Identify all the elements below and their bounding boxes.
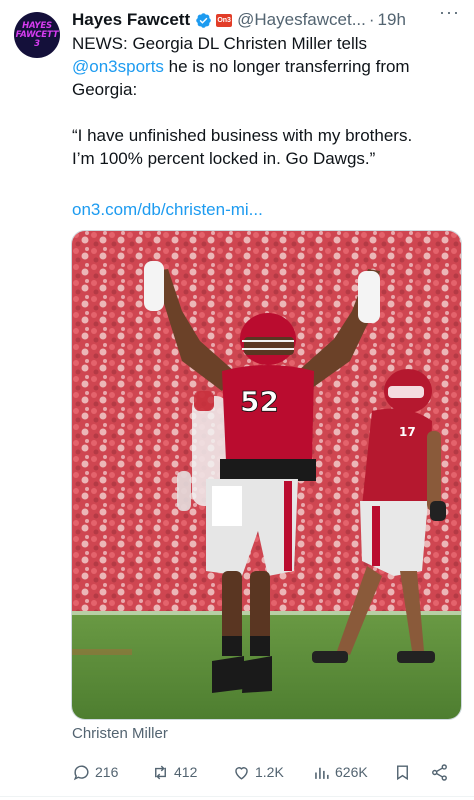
views-button[interactable]: 626K bbox=[312, 763, 368, 782]
photo-caption: Christen Miller bbox=[72, 725, 168, 742]
like-button[interactable]: 1.2K bbox=[232, 763, 284, 782]
tweet-header: Hayes Fawcett On3 @Hayesfawcet... · 19h bbox=[72, 8, 468, 32]
tweet-text-line: he is no longer transferring from bbox=[163, 57, 410, 76]
avatar[interactable]: HAYES FAWCETT 3 bbox=[14, 12, 60, 58]
verified-badge-icon bbox=[196, 12, 211, 28]
football-player-photo: 17 52 bbox=[72, 231, 461, 719]
tweet-text-line: NEWS: Georgia DL Christen Miller tells bbox=[72, 34, 368, 53]
tweet-timestamp[interactable]: 19h bbox=[378, 10, 406, 30]
bookmark-icon bbox=[397, 764, 408, 780]
tweet-text-line: Georgia: bbox=[72, 80, 138, 99]
reply-button[interactable]: 216 bbox=[72, 763, 118, 782]
reply-icon bbox=[73, 764, 89, 780]
repost-icon bbox=[155, 765, 166, 779]
more-options-icon[interactable]: ··· bbox=[439, 2, 460, 23]
share-icon bbox=[432, 763, 447, 781]
on3-logo-icon[interactable]: On3 bbox=[216, 13, 233, 27]
mention-link[interactable]: @on3sports bbox=[72, 57, 164, 76]
main-player-number: 52 bbox=[240, 385, 279, 418]
heart-icon bbox=[235, 766, 248, 780]
action-bar: 216 412 1.2K 626K bbox=[72, 760, 464, 784]
article-link[interactable]: on3.com/db/christen-mi... bbox=[72, 200, 263, 220]
tweet-text: NEWS: Georgia DL Christen Miller tells @… bbox=[72, 32, 464, 170]
author-handle[interactable]: @Hayesfawcet... bbox=[237, 10, 366, 30]
author-name[interactable]: Hayes Fawcett bbox=[72, 10, 190, 30]
bookmark-button[interactable] bbox=[393, 763, 416, 782]
repost-button[interactable]: 412 bbox=[151, 763, 197, 782]
tweet-divider bbox=[0, 796, 474, 797]
quote-text-line: “I have unfinished business with my brot… bbox=[72, 126, 413, 145]
share-button[interactable] bbox=[430, 763, 453, 782]
tweet[interactable]: HAYES FAWCETT 3 Hayes Fawcett On3 @Hayes… bbox=[0, 0, 474, 800]
views-count: 626K bbox=[335, 764, 368, 780]
avatar-logo-text: HAYES FAWCETT 3 bbox=[15, 20, 59, 49]
header-separator: · bbox=[368, 10, 375, 29]
like-count: 1.2K bbox=[255, 764, 284, 780]
tweet-photo[interactable]: 17 52 bbox=[71, 230, 462, 720]
reply-count: 216 bbox=[95, 764, 119, 780]
back-player-number: 17 bbox=[399, 425, 416, 439]
quote-text-line: I’m 100% percent locked in. Go Dawgs.” bbox=[72, 149, 376, 168]
repost-count: 412 bbox=[174, 764, 198, 780]
analytics-icon bbox=[315, 767, 329, 779]
